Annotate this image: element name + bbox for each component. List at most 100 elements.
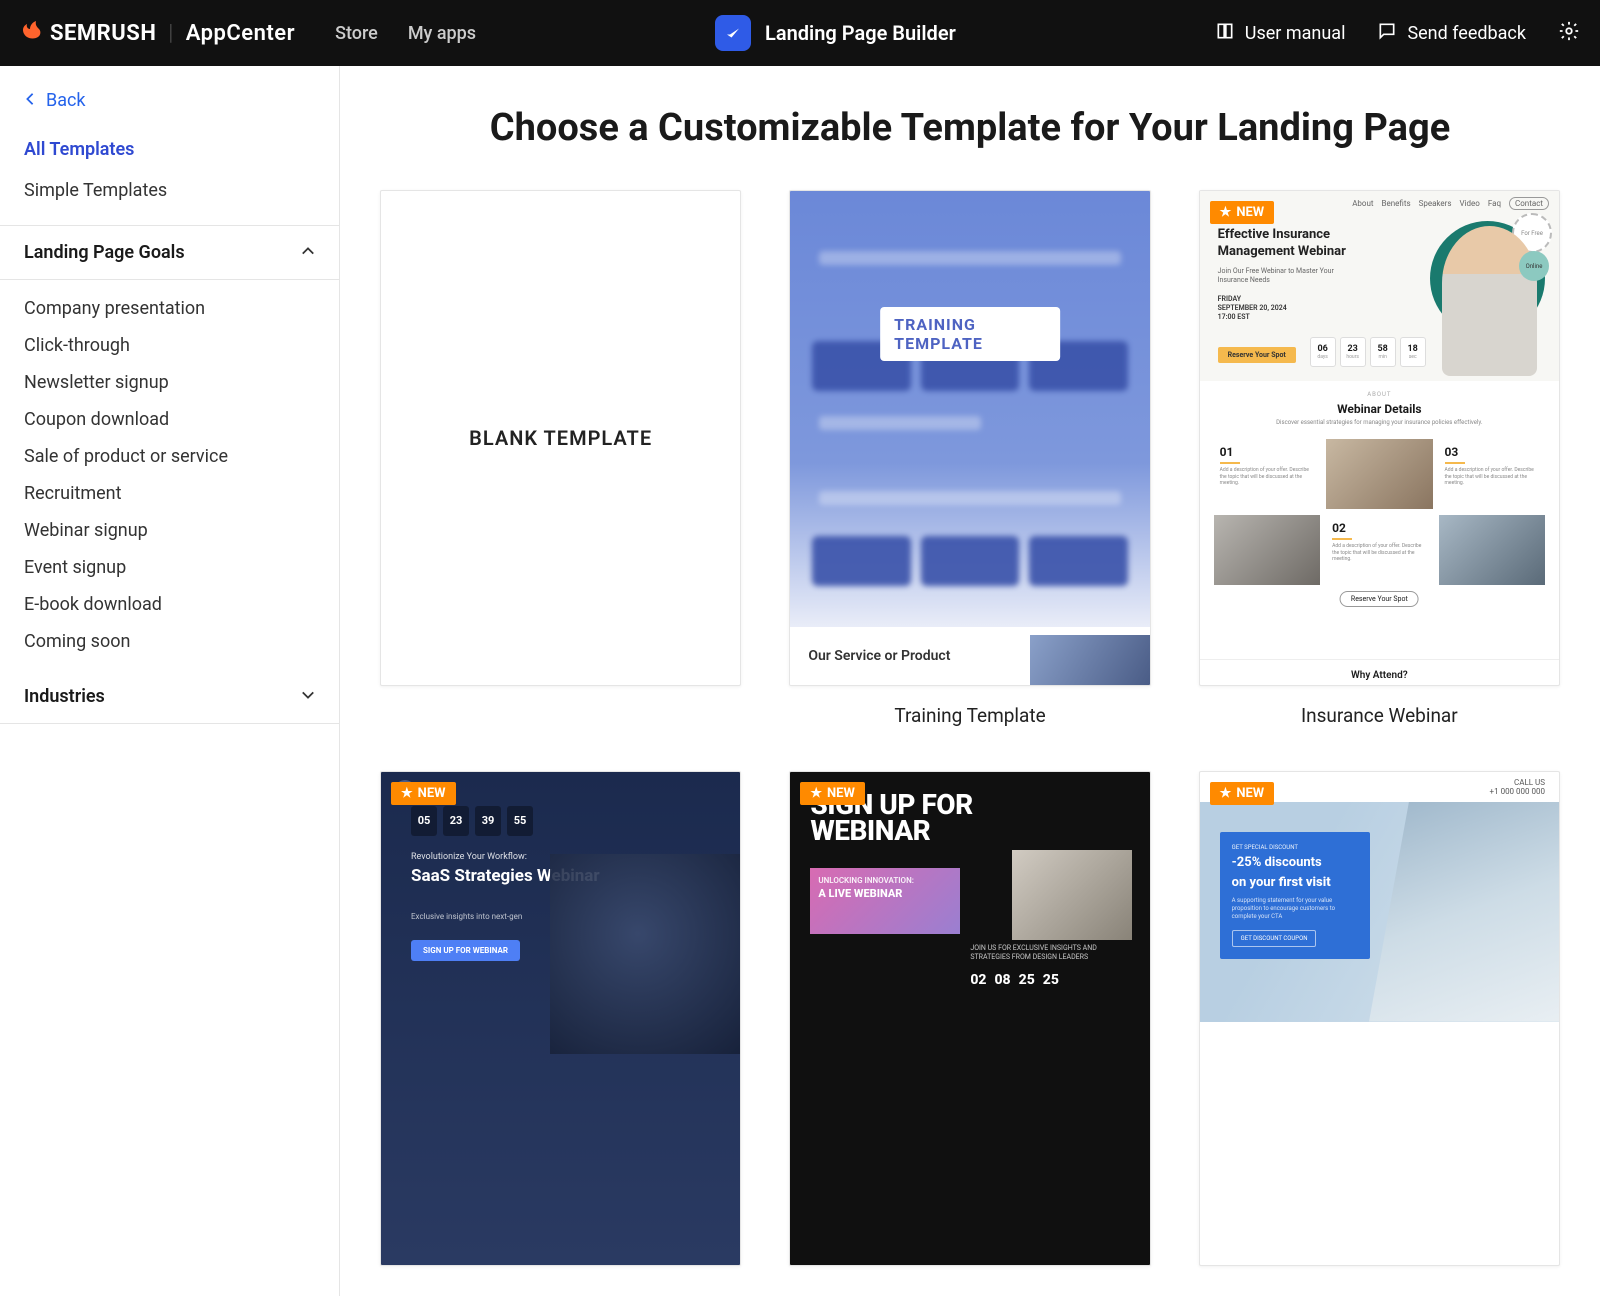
template-grid: BLANK TEMPLATE TRAINING TEMPLATE Our Ser [380,190,1560,1266]
back-link[interactable]: Back [0,84,339,129]
sidebar-all-templates[interactable]: All Templates [0,129,339,170]
user-manual-link[interactable]: User manual [1215,21,1346,46]
app-icon [715,15,751,51]
goal-ebook-download[interactable]: E-book download [0,586,339,623]
saas-image [550,854,741,1054]
training-chip: TRAINING TEMPLATE [880,307,1060,361]
main-content: Choose a Customizable Template for Your … [340,66,1600,1296]
back-label: Back [46,90,86,111]
template-thumb-training: TRAINING TEMPLATE Our Service or Product [789,190,1150,686]
insurance-heading: Effective Insurance Management Webinar [1218,227,1358,261]
section-landing-goals-label: Landing Page Goals [24,242,185,263]
brand-sub: AppCenter [186,21,295,46]
template-thumb-dental: ★ NEW CALL US +1 000 000 000 GET SPECIAL… [1199,771,1560,1267]
goal-sale-product-service[interactable]: Sale of product or service [0,438,339,475]
app-title-block: Landing Page Builder [715,15,956,51]
template-card-blank[interactable]: BLANK TEMPLATE [380,190,741,727]
insurance-mid: ABOUT Webinar Details Discover essential… [1200,391,1559,426]
training-bottom-image [1030,635,1150,685]
template-thumb-insurance: ★ NEW AboutBenefitsSpeakersVideoFaqConta… [1199,190,1560,686]
section-industries-label: Industries [24,686,105,707]
brand-divider: | [168,21,173,46]
goal-webinar-signup[interactable]: Webinar signup [0,512,339,549]
goal-company-presentation[interactable]: Company presentation [0,290,339,327]
section-industries[interactable]: Industries [0,670,339,724]
new-badge-label: NEW [1236,205,1264,220]
new-badge: ★ NEW [1210,782,1275,805]
training-bottom-strip: Our Service or Product [790,627,1149,685]
insurance-cta: Reserve Your Spot [1218,347,1296,363]
topbar: SEMRUSH | AppCenter Store My apps Landin… [0,0,1600,66]
main-layout: Back All Templates Simple Templates Land… [0,66,1600,1296]
star-icon: ★ [401,786,413,801]
template-title-insurance: Insurance Webinar [1301,704,1458,727]
training-bottom-text: Our Service or Product [808,648,950,664]
star-icon: ★ [1220,205,1232,220]
saas-pretitle: Revolutionize Your Workflow: [411,852,527,862]
wlive-countdown: 02082525 [970,972,1059,988]
new-badge-label: NEW [827,786,855,801]
insurance-grid: 01Add a description of your offer. Descr… [1214,439,1545,585]
goal-coming-soon[interactable]: Coming soon [0,623,339,660]
blank-template-label: BLANK TEMPLATE [469,426,652,450]
header-actions: User manual Send feedback [1215,20,1580,46]
goal-event-signup[interactable]: Event signup [0,549,339,586]
sidebar: Back All Templates Simple Templates Land… [0,66,340,1296]
goal-recruitment[interactable]: Recruitment [0,475,339,512]
saas-subtitle: Exclusive insights into next-gen [411,912,522,921]
dental-panel: GET SPECIAL DISCOUNT -25% discounts on y… [1220,832,1370,960]
template-card-dental[interactable]: ★ NEW CALL US +1 000 000 000 GET SPECIAL… [1199,771,1560,1267]
template-card-saas[interactable]: ★ NEW 05233955 Revolutionize Your Workfl… [380,771,741,1267]
wlive-gradbox: UNLOCKING INNOVATION: A LIVE WEBINAR [810,868,960,934]
section-landing-goals-items: Company presentation Click-through Newsl… [0,280,339,670]
new-badge-label: NEW [418,786,446,801]
star-icon: ★ [810,786,822,801]
chevron-up-icon [301,242,315,263]
section-landing-goals[interactable]: Landing Page Goals [0,225,339,280]
template-card-live-webinar[interactable]: ★ NEW SIGN UP FOR WEBINAR UNLOCKING INNO… [789,771,1150,1267]
gear-icon [1558,27,1580,46]
wlive-subtitle: JOIN US FOR EXCLUSIVE INSIGHTS AND STRAT… [970,944,1120,962]
chevron-left-icon [24,90,36,111]
nav-store[interactable]: Store [335,23,378,44]
new-badge-label: NEW [1236,786,1264,801]
new-badge: ★ NEW [1210,201,1275,224]
book-icon [1215,21,1235,46]
app-title: Landing Page Builder [765,21,956,45]
nav-my-apps[interactable]: My apps [408,23,476,44]
settings-button[interactable] [1558,20,1580,46]
chevron-down-icon [301,686,315,707]
template-thumb-saas: ★ NEW 05233955 Revolutionize Your Workfl… [380,771,741,1267]
training-blur-bg [790,191,1149,685]
send-feedback-link[interactable]: Send feedback [1377,21,1526,46]
template-title-training: Training Template [894,704,1045,727]
insurance-subtitle: Join Our Free Webinar to Master Your Ins… [1218,267,1338,285]
insurance-photo: For Free Online [1417,211,1547,376]
brand-name: SEMRUSH [50,21,156,46]
template-thumb-blank: BLANK TEMPLATE [380,190,741,686]
insurance-date: FRIDAY SEPTEMBER 20, 2024 17:00 EST [1218,295,1287,322]
goal-newsletter-signup[interactable]: Newsletter signup [0,364,339,401]
insurance-why: Why Attend? [1200,659,1559,681]
new-badge: ★ NEW [800,782,865,805]
template-thumb-live-webinar: ★ NEW SIGN UP FOR WEBINAR UNLOCKING INNO… [789,771,1150,1267]
page-title: Choose a Customizable Template for Your … [380,106,1560,150]
new-badge: ★ NEW [391,782,456,805]
insurance-nav: AboutBenefitsSpeakersVideoFaqContact [1352,197,1549,210]
brand-logo[interactable]: SEMRUSH | AppCenter [20,18,295,48]
insurance-reserve-btn: Reserve Your Spot [1340,591,1419,607]
wlive-image [1012,850,1132,940]
goal-click-through[interactable]: Click-through [0,327,339,364]
sidebar-simple-templates[interactable]: Simple Templates [0,170,339,211]
template-card-insurance[interactable]: ★ NEW AboutBenefitsSpeakersVideoFaqConta… [1199,190,1560,727]
user-manual-label: User manual [1245,23,1346,44]
chat-icon [1377,21,1397,46]
template-card-training[interactable]: TRAINING TEMPLATE Our Service or Product… [789,190,1150,727]
saas-countdown: 05233955 [411,806,533,836]
send-feedback-label: Send feedback [1407,23,1526,44]
goal-coupon-download[interactable]: Coupon download [0,401,339,438]
star-icon: ★ [1220,786,1232,801]
saas-cta: SIGN UP FOR WEBINAR [411,940,520,961]
flame-icon [20,18,44,48]
top-nav: Store My apps [335,23,476,44]
